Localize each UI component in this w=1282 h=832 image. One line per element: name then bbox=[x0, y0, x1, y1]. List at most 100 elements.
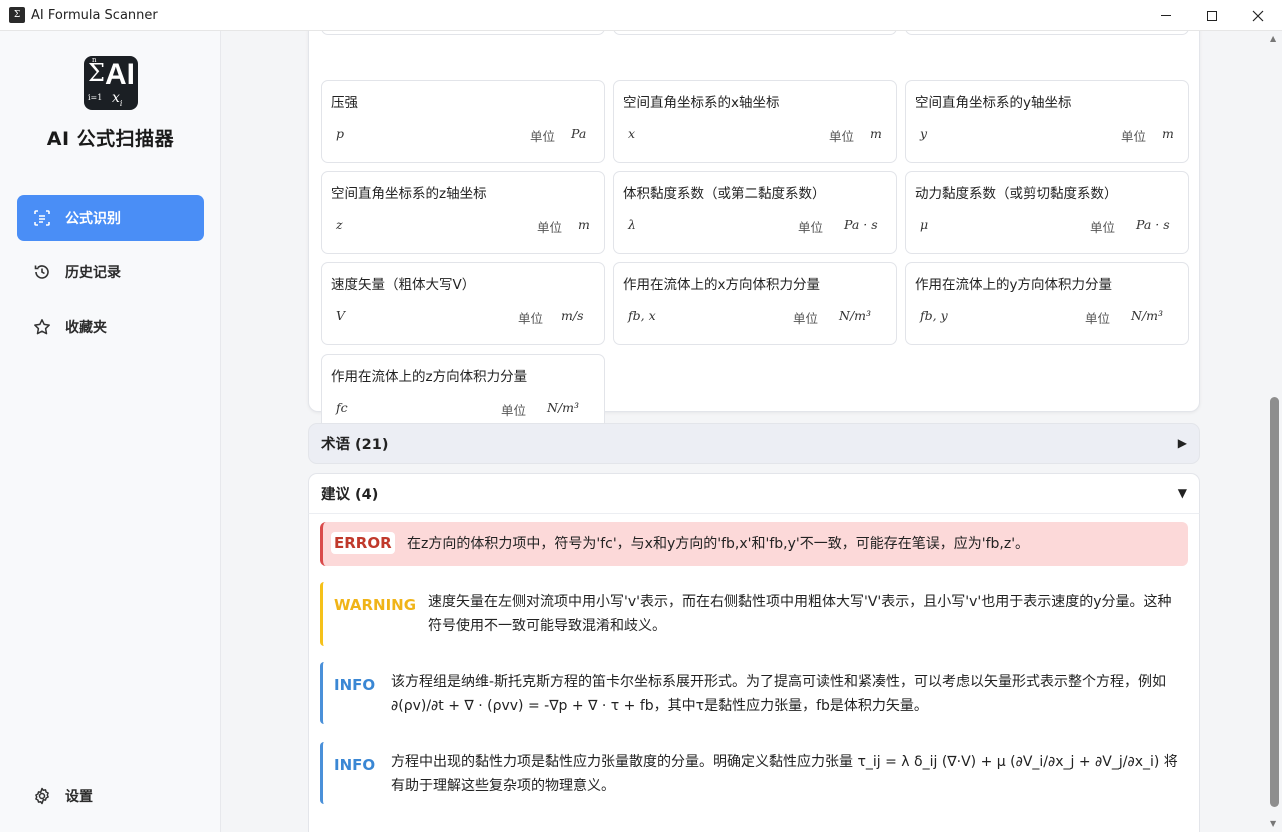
star-icon bbox=[33, 318, 51, 336]
variable-symbol: μ bbox=[920, 217, 929, 232]
variable-card: 空间直角坐标系的x轴坐标 x 单位 m bbox=[613, 80, 897, 163]
nav-favorites[interactable]: 收藏夹 bbox=[17, 304, 204, 350]
unit-value: N/m³ bbox=[839, 308, 872, 323]
gear-icon bbox=[33, 787, 51, 805]
close-icon bbox=[1252, 10, 1264, 21]
variable-card: 速度矢量（粗体大写V） V 单位 m/s bbox=[321, 262, 605, 345]
unit-value: Pa bbox=[571, 126, 587, 141]
variable-card: 压强 p 单位 Pa bbox=[321, 80, 605, 163]
variable-card: 作用在流体上的y方向体积力分量 fb, y 单位 N/m³ bbox=[905, 262, 1189, 345]
main-content: 压强 p 单位 Pa 空间直角坐标系的x轴坐标 x 单位 m 空间直角坐标系的y… bbox=[222, 31, 1267, 832]
window-title: AI Formula Scanner bbox=[31, 7, 158, 23]
suggestion-text: 在z方向的体积力项中，符号为'fc'，与x和y方向的'fb,x'和'fb,y'不… bbox=[407, 536, 1030, 552]
minimize-icon bbox=[1161, 15, 1171, 16]
variable-symbol: z bbox=[336, 217, 343, 232]
suggestion-text: 方程中出现的黏性力项是黏性应力张量散度的分量。明确定义黏性应力张量 τ_ij =… bbox=[391, 754, 1178, 794]
variable-symbol: y bbox=[920, 126, 928, 141]
variable-symbol: x bbox=[628, 126, 636, 141]
variable-symbol: fb, x bbox=[628, 308, 656, 323]
unit-label: 单位 bbox=[518, 311, 544, 326]
unit-value: m bbox=[870, 126, 882, 141]
unit-value: N/m³ bbox=[547, 400, 580, 415]
variable-name: 速度矢量（粗体大写V） bbox=[331, 277, 476, 293]
nav-label: 历史记录 bbox=[65, 265, 121, 281]
app-logo: n Σ AI i=1 xi bbox=[84, 56, 138, 110]
history-icon bbox=[33, 263, 51, 281]
scan-text-icon bbox=[33, 209, 51, 227]
variable-name: 作用在流体上的z方向体积力分量 bbox=[331, 369, 528, 385]
variable-name: 动力黏度系数（或剪切黏度系数） bbox=[915, 186, 1118, 202]
variable-card: 动力黏度系数（或剪切黏度系数） μ 单位 Pa · s bbox=[905, 171, 1189, 254]
level-badge: ERROR bbox=[331, 532, 395, 554]
scroll-up-icon[interactable]: ▲ bbox=[1270, 34, 1276, 43]
suggestion-text: 该方程组是纳维-斯托克斯方程的笛卡尔坐标系展开形式。为了提高可读性和紧凑性，可以… bbox=[391, 674, 1167, 714]
unit-label: 单位 bbox=[829, 129, 855, 144]
scroll-down-icon[interactable]: ▼ bbox=[1270, 819, 1276, 828]
variable-name: 空间直角坐标系的x轴坐标 bbox=[623, 95, 780, 111]
expand-arrow-icon: ▶ bbox=[1177, 436, 1187, 450]
maximize-icon bbox=[1207, 10, 1217, 21]
minimize-button[interactable] bbox=[1143, 0, 1189, 31]
section-title: 术语 (21) bbox=[321, 437, 389, 453]
unit-label: 单位 bbox=[798, 220, 824, 235]
variable-name: 作用在流体上的y方向体积力分量 bbox=[915, 277, 1112, 293]
variable-symbol: V bbox=[336, 308, 346, 323]
variable-card-partial bbox=[613, 31, 897, 35]
variable-card: 空间直角坐标系的y轴坐标 y 单位 m bbox=[905, 80, 1189, 163]
sidebar: n Σ AI i=1 xi AI 公式扫描器 公式识别 历史记录 收藏夹 设置 bbox=[0, 31, 221, 832]
variable-card: 体积黏度系数（或第二黏度系数） λ 单位 Pa · s bbox=[613, 171, 897, 254]
unit-label: 单位 bbox=[793, 311, 819, 326]
app-icon: Σ bbox=[9, 7, 25, 23]
variable-card: 空间直角坐标系的z轴坐标 z 单位 m bbox=[321, 171, 605, 254]
nav-settings[interactable]: 设置 bbox=[17, 773, 204, 819]
unit-label: 单位 bbox=[537, 220, 563, 235]
level-badge: WARNING bbox=[334, 596, 417, 614]
variable-name: 空间直角坐标系的y轴坐标 bbox=[915, 95, 1072, 111]
variable-symbol: λ bbox=[628, 217, 636, 232]
maximize-button[interactable] bbox=[1189, 0, 1235, 31]
suggestion-text: 速度矢量在左侧对流项中用小写'v'表示，而在右侧黏性项中用粗体大写'V'表示，且… bbox=[428, 594, 1172, 634]
variable-name: 体积黏度系数（或第二黏度系数） bbox=[623, 186, 826, 202]
suggestion-error: ERROR 在z方向的体积力项中，符号为'fc'，与x和y方向的'fb,x'和'… bbox=[320, 522, 1188, 566]
unit-label: 单位 bbox=[1085, 311, 1111, 326]
variables-panel: 压强 p 单位 Pa 空间直角坐标系的x轴坐标 x 单位 m 空间直角坐标系的y… bbox=[308, 31, 1200, 437]
app-name: AI 公式扫描器 bbox=[46, 128, 175, 150]
nav-label: 公式识别 bbox=[65, 211, 121, 227]
variable-symbol: fb, y bbox=[920, 308, 948, 323]
variable-card-partial bbox=[321, 31, 605, 35]
unit-value: Pa · s bbox=[1136, 217, 1170, 232]
suggestions-section-header[interactable]: 建议 (4) ▼ bbox=[308, 473, 1200, 514]
section-title: 建议 (4) bbox=[321, 487, 379, 503]
nav-label: 收藏夹 bbox=[65, 320, 107, 336]
suggestion-info: INFO 方程中出现的黏性力项是黏性应力张量散度的分量。明确定义黏性应力张量 τ… bbox=[320, 742, 1188, 804]
level-badge: INFO bbox=[334, 676, 376, 694]
suggestion-info: INFO 该方程组是纳维-斯托克斯方程的笛卡尔坐标系展开形式。为了提高可读性和紧… bbox=[320, 662, 1188, 724]
unit-value: Pa · s bbox=[844, 217, 878, 232]
scroll-thumb[interactable] bbox=[1270, 397, 1279, 807]
unit-label: 单位 bbox=[1121, 129, 1147, 144]
collapse-arrow-icon: ▼ bbox=[1177, 486, 1187, 500]
unit-label: 单位 bbox=[501, 403, 527, 418]
variable-symbol: fc bbox=[336, 400, 348, 415]
terms-section-header[interactable]: 术语 (21) ▶ bbox=[308, 423, 1200, 464]
unit-value: m/s bbox=[561, 308, 584, 323]
nav-history[interactable]: 历史记录 bbox=[17, 249, 204, 295]
unit-value: m bbox=[1162, 126, 1174, 141]
unit-value: N/m³ bbox=[1131, 308, 1164, 323]
nav-formula-recognition[interactable]: 公式识别 bbox=[17, 195, 204, 241]
nav-label: 设置 bbox=[65, 789, 93, 805]
close-button[interactable] bbox=[1235, 0, 1281, 31]
variable-name: 作用在流体上的x方向体积力分量 bbox=[623, 277, 820, 293]
unit-value: m bbox=[578, 217, 590, 232]
variable-card-partial bbox=[905, 31, 1189, 35]
vertical-scrollbar[interactable]: ▲ ▼ bbox=[1267, 31, 1282, 832]
variable-symbol: p bbox=[336, 126, 345, 141]
title-bar: Σ AI Formula Scanner bbox=[0, 0, 1282, 31]
suggestion-warning: WARNING 速度矢量在左侧对流项中用小写'v'表示，而在右侧黏性项中用粗体大… bbox=[320, 582, 1188, 646]
variable-name: 空间直角坐标系的z轴坐标 bbox=[331, 186, 487, 202]
variable-name: 压强 bbox=[331, 95, 358, 111]
level-badge: INFO bbox=[334, 756, 376, 774]
variable-card: 作用在流体上的x方向体积力分量 fb, x 单位 N/m³ bbox=[613, 262, 897, 345]
unit-label: 单位 bbox=[1090, 220, 1116, 235]
unit-label: 单位 bbox=[530, 129, 556, 144]
